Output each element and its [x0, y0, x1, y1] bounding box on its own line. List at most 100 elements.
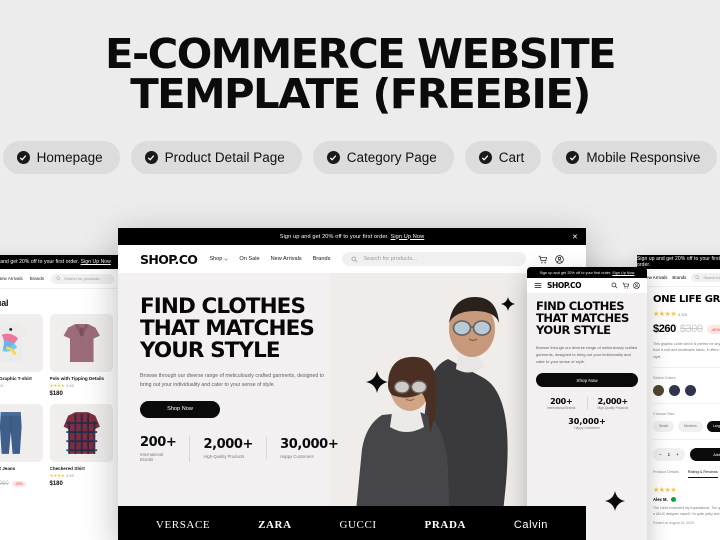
product-card[interactable]: Polo with Tipping Details ★★★★ 4.5/5 $18…	[49, 314, 114, 397]
product-card[interactable]: Skinny Fit Jeans ★★★ 3.5/5 $240 $260 -20…	[0, 404, 43, 487]
nav-link-shop[interactable]: Shop	[209, 256, 229, 262]
close-icon[interactable]: ✕	[572, 233, 578, 241]
stat-value: 2,000+	[597, 397, 629, 407]
sign-up-now-link[interactable]: Sign Up Now	[81, 259, 111, 265]
product-thumbnail	[0, 314, 43, 372]
product-price: $260 $300 -40%	[653, 323, 720, 335]
color-swatch-olive[interactable]	[653, 384, 664, 396]
chevron-down-icon	[224, 258, 229, 261]
star-rating-icon: ★★★★	[49, 473, 65, 478]
sign-up-now-link[interactable]: Sign Up Now	[612, 271, 634, 275]
nav-link-brands[interactable]: Brands	[313, 256, 331, 262]
nav-link-new-arrivals[interactable]: New Arrivals	[0, 276, 23, 281]
mobile-hero-headline: FIND CLOTHES THAT MATCHES YOUR STYLE	[536, 300, 638, 337]
product-price: $240 $260 -20%	[0, 481, 43, 487]
shop-now-button[interactable]: Shop Now	[140, 400, 220, 418]
account-icon[interactable]	[633, 282, 640, 289]
search-input[interactable]: Search for products...	[51, 273, 114, 284]
feature-pill-product-detail-page[interactable]: Product Detail Page	[130, 141, 302, 175]
color-swatch-navy[interactable]	[669, 384, 680, 396]
hero-body-text: Browse through our diverse range of meti…	[140, 372, 324, 388]
mobile-hero-body: Browse through our diverse range of meti…	[536, 344, 638, 365]
stat-international-brands: 200+ International Brands	[536, 397, 588, 411]
cart-icon[interactable]	[622, 282, 629, 289]
current-price: $260	[653, 323, 676, 335]
feature-pill-label: Category Page	[346, 150, 437, 166]
product-thumbnail	[0, 404, 43, 462]
logo[interactable]: SHOP.CO	[547, 281, 582, 290]
stat-label: Happy Customers	[280, 454, 314, 460]
color-swatch-blue[interactable]	[685, 384, 696, 396]
feature-pill-homepage[interactable]: Homepage	[2, 141, 120, 175]
hamburger-menu-icon[interactable]	[534, 282, 542, 289]
category-nav: n Sale New Arrivals Brands Search for pr…	[0, 269, 120, 289]
category-heading: Casual	[0, 298, 9, 308]
product-card[interactable]: Gradient Graphic T-shirt ★★★★ 3.5/5 $145	[0, 314, 43, 397]
logo[interactable]: SHOP.CO	[140, 252, 198, 267]
category-page-mockup[interactable]: Sign up and get 20% off to your first or…	[0, 255, 120, 540]
search-input[interactable]: Search for products...	[691, 273, 720, 282]
product-nav: New Arrivals Brands Search for products.…	[637, 269, 720, 287]
cart-icon[interactable]	[538, 255, 547, 264]
announcement-bar: Sign up and get 20% off to your first or…	[637, 255, 720, 269]
mobile-nav-icons	[611, 282, 640, 289]
divider	[653, 438, 720, 440]
decrement-button[interactable]: −	[659, 452, 662, 457]
stat-label: International Brands	[546, 406, 576, 411]
search-icon[interactable]	[611, 282, 618, 289]
hero-headline: FIND CLOTHES THAT MATCHES YOUR STYLE	[140, 296, 355, 362]
increment-button[interactable]: +	[676, 452, 679, 457]
mobile-navigation: SHOP.CO	[527, 278, 647, 293]
nav-link-brands[interactable]: Brands	[30, 276, 44, 281]
tab-product-details[interactable]: Product Details	[653, 470, 679, 478]
stat-high-quality-products: 2,000+ High-Quality Products	[203, 437, 268, 460]
star-rating-icon: ★★★★	[49, 383, 65, 388]
stat-label: Happy Customers	[574, 426, 600, 431]
hero-section: FIND CLOTHES THAT MATCHES YOUR STYLE Bro…	[118, 273, 586, 540]
search-input[interactable]: Search for products...	[342, 252, 526, 266]
nav-link-on-sale[interactable]: On Sale	[239, 256, 259, 262]
stat-label: High-Quality Products	[203, 454, 245, 460]
product-thumbnail	[49, 404, 113, 462]
size-option-medium[interactable]: Medium	[678, 420, 703, 432]
feature-pill-row: Homepage Product Detail Page Category Pa…	[0, 141, 720, 175]
hero-headline-line-2: THAT MATCHES	[140, 315, 315, 341]
size-option-small[interactable]: Small	[653, 420, 674, 432]
quantity-stepper[interactable]: − 1 +	[653, 447, 685, 461]
stat-happy-customers: 30,000+ Happy Customers	[280, 437, 351, 459]
product-price: $180	[50, 391, 114, 397]
homepage-mockup[interactable]: Sign up and get 20% off to your first or…	[118, 228, 586, 540]
product-card[interactable]: Checkered Shirt ★★★★ 4.5/5 $180	[49, 404, 113, 487]
product-thumbnail	[49, 314, 113, 372]
divider	[653, 366, 720, 368]
mobile-responsive-mockup[interactable]: Sign up and get 20% off to your first or…	[527, 267, 647, 540]
feature-pill-label: Homepage	[36, 150, 103, 166]
nav-link-brands[interactable]: Brands	[672, 275, 686, 280]
hero-copy: FIND CLOTHES THAT MATCHES YOUR STYLE Bro…	[140, 296, 355, 462]
feature-pill-mobile-responsive[interactable]: Mobile Responsive	[552, 141, 718, 175]
select-colors-label: Select Colors	[653, 375, 676, 380]
mobile-hero: FIND CLOTHES THAT MATCHES YOUR STYLE Bro…	[527, 293, 647, 540]
discount-badge: -20%	[11, 481, 26, 487]
hero-stats: 200+ International Brands 2,000+ High-Qu…	[140, 434, 355, 462]
nav-link-new-arrivals[interactable]: New Arrivals	[271, 256, 302, 262]
sign-up-now-link[interactable]: Sign Up Now	[391, 234, 425, 240]
stat-value: 30,000+	[568, 417, 606, 427]
brand-gucci: GUCCI	[339, 518, 377, 531]
feature-pill-cart[interactable]: Cart	[464, 141, 542, 175]
product-detail-page-mockup[interactable]: Sign up and get 20% off to your first or…	[637, 255, 720, 540]
mobile-shop-now-button[interactable]: Shop Now	[536, 373, 638, 388]
size-option-large[interactable]: Large	[706, 420, 720, 432]
feature-pill-category-page[interactable]: Category Page	[312, 141, 454, 175]
tab-rating-reviews[interactable]: Rating & Reviews	[687, 470, 718, 478]
add-to-cart-button[interactable]: Add to Cart	[689, 447, 720, 461]
stat-high-quality-products: 2,000+ High-Quality Products	[588, 397, 639, 410]
current-price: $180	[49, 391, 63, 397]
review-author: Alex M.	[653, 496, 668, 502]
account-icon[interactable]	[555, 254, 564, 264]
product-name: Skinny Fit Jeans	[0, 466, 16, 471]
search-placeholder: Search for products...	[363, 256, 417, 262]
sparkle-star-icon	[501, 297, 515, 311]
size-options: Small Medium Large	[653, 420, 720, 432]
stat-value: 200+	[140, 434, 177, 450]
